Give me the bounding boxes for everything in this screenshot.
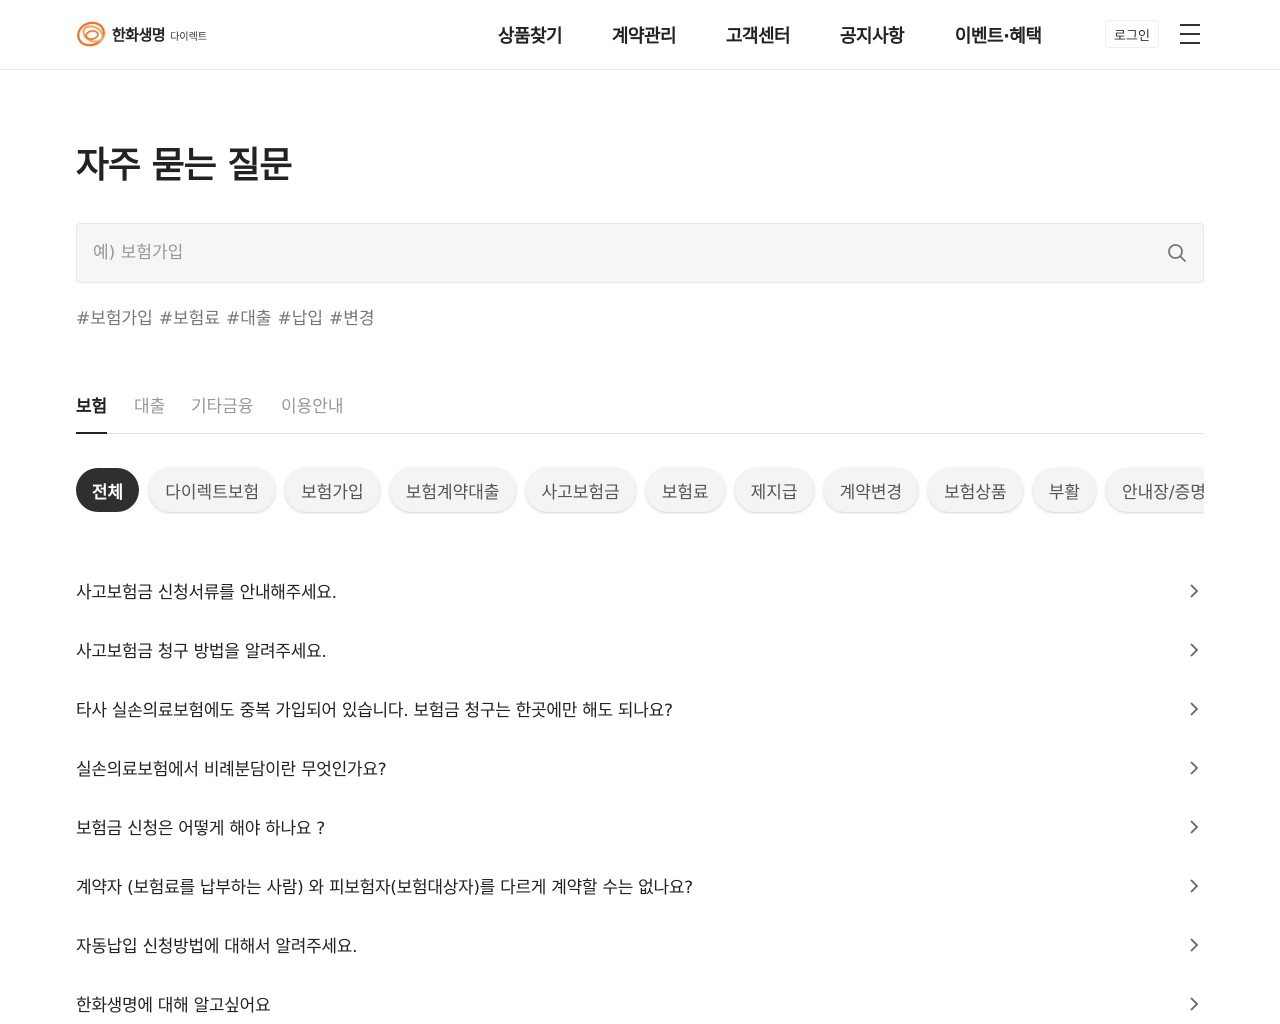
search-icon[interactable]: [1167, 243, 1187, 263]
chevron-right-icon: [1186, 819, 1202, 835]
chip-notices-certificates[interactable]: 안내장/증명서: [1105, 468, 1204, 512]
hashtag-link[interactable]: #납입: [278, 304, 324, 329]
chevron-right-icon: [1186, 701, 1202, 717]
chip-premium[interactable]: 보험료: [645, 468, 725, 512]
hashtag-link[interactable]: #보험가입: [76, 304, 153, 329]
faq-item[interactable]: 타사 실손의료보험에도 중복 가입되어 있습니다. 보험금 청구는 한곳에만 해…: [76, 679, 1204, 738]
faq-item[interactable]: 한화생명에 대해 알고싶어요: [76, 974, 1204, 1024]
chip-all[interactable]: 전체: [76, 468, 140, 512]
faq-question: 계약자 (보험료를 납부하는 사람) 와 피보험자(보험대상자)를 다르게 계약…: [76, 878, 693, 898]
nav-item-customer-center[interactable]: 고객센터: [726, 22, 791, 48]
hashtag-link[interactable]: #변경: [329, 304, 375, 329]
chevron-right-icon: [1186, 937, 1202, 953]
chip-insurance-products[interactable]: 보험상품: [928, 468, 1023, 512]
hashtag-link[interactable]: #대출: [226, 304, 272, 329]
nav-item-products[interactable]: 상품찾기: [498, 22, 563, 48]
faq-search-input[interactable]: [93, 224, 1153, 282]
faq-question: 사고보험금 신청서류를 안내해주세요.: [76, 583, 337, 603]
tab-insurance[interactable]: 보험: [76, 392, 108, 434]
chip-policy-loan[interactable]: 보험계약대출: [389, 468, 516, 512]
hashtag-link[interactable]: #보험료: [159, 304, 220, 329]
tab-usage-guide[interactable]: 이용안내: [281, 392, 344, 433]
faq-question: 한화생명에 대해 알고싶어요: [76, 996, 271, 1016]
hanwha-logo-icon: [76, 18, 108, 50]
chip-direct-insurance[interactable]: 다이렉트보험: [149, 468, 276, 512]
faq-question: 타사 실손의료보험에도 중복 가입되어 있습니다. 보험금 청구는 한곳에만 해…: [76, 701, 673, 721]
chip-insurance-signup[interactable]: 보험가입: [285, 468, 380, 512]
chevron-right-icon: [1186, 642, 1202, 658]
chip-accident-claim[interactable]: 사고보험금: [525, 468, 636, 512]
faq-item[interactable]: 자동납입 신청방법에 대해서 알려주세요.: [76, 915, 1204, 974]
nav-item-contracts[interactable]: 계약관리: [612, 22, 677, 48]
faq-item[interactable]: 사고보험금 청구 방법을 알려주세요.: [76, 620, 1204, 679]
hamburger-menu-icon[interactable]: [1178, 22, 1202, 46]
subcategory-chips: 전체 다이렉트보험 보험가입 보험계약대출 사고보험금 보험료 제지급 계약변경…: [76, 466, 1204, 514]
nav-item-events[interactable]: 이벤트·혜택: [955, 22, 1042, 48]
site-header: 한화생명 다이렉트 상품찾기 계약관리 고객센터 공지사항 이벤트·혜택 로그인: [0, 0, 1280, 70]
faq-item[interactable]: 계약자 (보험료를 납부하는 사람) 와 피보험자(보험대상자)를 다르게 계약…: [76, 856, 1204, 915]
faq-question: 실손의료보험에서 비례분담이란 무엇인가요?: [76, 760, 387, 780]
logo-subtext: 다이렉트: [170, 32, 208, 43]
faq-item[interactable]: 사고보험금 신청서류를 안내해주세요.: [76, 561, 1204, 620]
chevron-right-icon: [1186, 996, 1202, 1012]
faq-category-tabs: 보험 대출 기타금융 이용안내: [76, 392, 1204, 434]
page-title: 자주 묻는 질문: [76, 145, 293, 186]
tab-loan[interactable]: 대출: [134, 392, 165, 433]
chevron-right-icon: [1186, 760, 1202, 776]
login-button[interactable]: 로그인: [1105, 20, 1159, 48]
faq-search-box: [76, 223, 1204, 283]
logo-text: 한화생명: [112, 25, 166, 44]
faq-question: 자동납입 신청방법에 대해서 알려주세요.: [76, 937, 358, 957]
nav-item-notices[interactable]: 공지사항: [840, 22, 905, 48]
chevron-right-icon: [1186, 878, 1202, 894]
hanwha-life-logo[interactable]: 한화생명 다이렉트: [76, 18, 207, 50]
chip-contract-change[interactable]: 계약변경: [823, 468, 919, 512]
faq-list: 사고보험금 신청서류를 안내해주세요. 사고보험금 청구 방법을 알려주세요. …: [76, 561, 1204, 1024]
faq-question: 보험금 신청은 어떻게 해야 하나요 ?: [76, 819, 326, 839]
faq-item[interactable]: 보험금 신청은 어떻게 해야 하나요 ?: [76, 797, 1204, 856]
faq-item[interactable]: 실손의료보험에서 비례분담이란 무엇인가요?: [76, 738, 1204, 797]
tab-other-finance[interactable]: 기타금융: [191, 392, 254, 433]
chip-reinstatement[interactable]: 부활: [1032, 468, 1096, 512]
popular-hashtags: #보험가입 #보험료 #대출 #납입 #변경: [76, 304, 375, 329]
chip-payments[interactable]: 제지급: [734, 468, 814, 512]
chevron-right-icon: [1186, 583, 1202, 599]
faq-question: 사고보험금 청구 방법을 알려주세요.: [76, 642, 327, 662]
